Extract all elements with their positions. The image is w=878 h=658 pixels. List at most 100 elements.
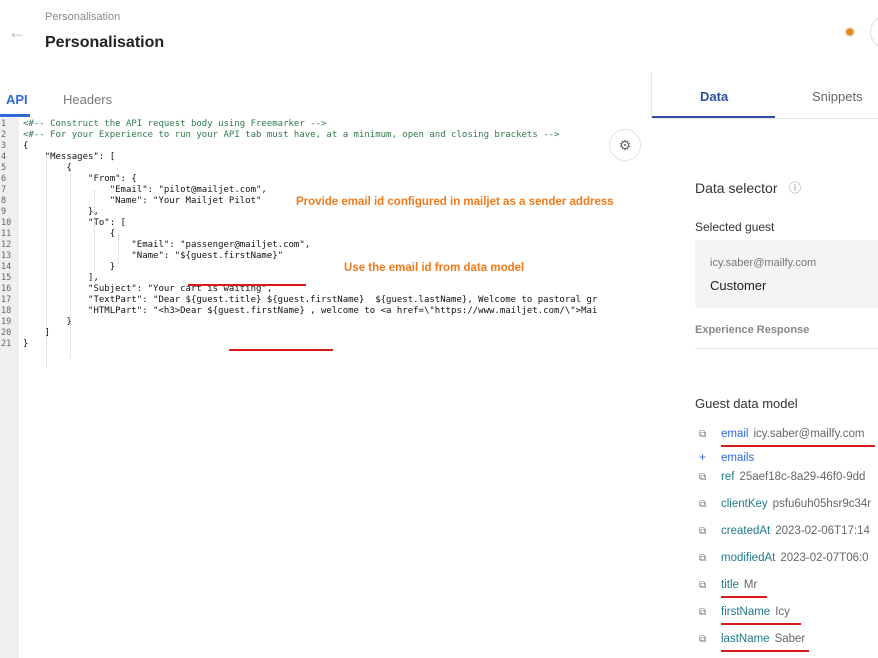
data-model-row-firstname[interactable]: ⧉ firstName Icy xyxy=(699,606,790,618)
line-number: 10 xyxy=(1,218,12,228)
code-line: } xyxy=(23,262,116,272)
data-selector-title: Data selector xyxy=(695,180,778,196)
line-number: 4 xyxy=(1,152,7,162)
code-line: ], xyxy=(23,273,99,283)
tab-api-indicator xyxy=(0,114,30,117)
field-value: psfu6uh05hsr9c34r xyxy=(772,498,872,510)
line-number: 21 xyxy=(1,339,12,349)
line-number-gutter: 1 2 3 4 5 6 7 8 9 10 11 12 13 14 15 16 1… xyxy=(0,118,19,658)
api-panel: API Headers 1 2 3 4 5 6 7 8 9 10 11 12 1… xyxy=(0,72,652,658)
code-line: ] xyxy=(23,328,51,338)
code-line: "Email": "pilot@mailjet.com", xyxy=(23,185,267,195)
field-key: createdAt xyxy=(721,525,771,537)
divider xyxy=(695,348,878,349)
red-underline xyxy=(721,445,875,447)
code-line: } xyxy=(23,339,29,349)
guest-data-model-title: Guest data model xyxy=(695,396,798,411)
data-model-row-modifiedat[interactable]: ⧉ modifiedAt 2023-02-07T06:0 xyxy=(699,552,869,564)
copy-icon[interactable]: ⧉ xyxy=(699,580,721,591)
data-model-row-lastname[interactable]: ⧉ lastName Saber xyxy=(699,633,805,645)
red-underline xyxy=(229,349,333,351)
field-value: Mr xyxy=(743,579,758,591)
field-key: emails xyxy=(721,452,755,464)
expand-plus-icon[interactable]: + xyxy=(699,450,721,464)
breadcrumb[interactable]: Personalisation xyxy=(45,11,120,23)
field-key: ref xyxy=(721,471,735,483)
line-number: 14 xyxy=(1,262,12,272)
data-model-row-title[interactable]: ⧉ title Mr xyxy=(699,579,757,591)
copy-icon[interactable]: ⧉ xyxy=(699,607,721,618)
api-tabs: API Headers xyxy=(0,72,652,118)
red-underline xyxy=(721,650,809,652)
line-number: 13 xyxy=(1,251,12,261)
code-line: "HTMLPart": "<h3>Dear ${guest.firstName}… xyxy=(23,306,598,316)
red-underline xyxy=(721,623,801,625)
line-number: 19 xyxy=(1,317,12,327)
code-line: "Name": "${guest.firstName}" xyxy=(23,251,284,261)
experience-response-label[interactable]: Experience Response xyxy=(695,324,809,336)
field-value: Saber xyxy=(774,633,806,645)
line-number: 9 xyxy=(1,207,7,217)
line-number: 1 xyxy=(1,119,7,129)
field-key: title xyxy=(721,579,739,591)
code-line: { xyxy=(23,141,29,151)
annotation-data-model: Use the email id from data model xyxy=(344,262,525,274)
data-model-row-clientkey[interactable]: ⧉ clientKey psfu6uh05hsr9c34r xyxy=(699,498,871,510)
data-model-row-email[interactable]: ⧉ email icy.saber@mailfy.com xyxy=(699,428,864,440)
code-line: "Messages": [ xyxy=(23,152,116,162)
data-model-row-createdat[interactable]: ⧉ createdAt 2023-02-06T17:14 xyxy=(699,525,870,537)
selected-guest-label: Selected guest xyxy=(695,220,775,234)
page-header: ← Personalisation Personalisation ✹ xyxy=(0,0,878,72)
red-underline xyxy=(721,596,767,598)
code-line: "Name": "Your Mailjet Pilot" xyxy=(23,196,262,206)
field-value: 2023-02-07T06:0 xyxy=(780,552,869,564)
data-model-row-ref[interactable]: ⧉ ref 25aef18c-8a29-46f0-9dd xyxy=(699,471,865,483)
line-number: 2 xyxy=(1,130,7,140)
line-number: 17 xyxy=(1,295,12,305)
tab-headers[interactable]: Headers xyxy=(63,92,112,107)
copy-icon[interactable]: ⧉ xyxy=(699,553,721,564)
copy-icon[interactable]: ⧉ xyxy=(699,634,721,645)
guest-email: icy.saber@mailfy.com xyxy=(710,257,817,269)
info-icon[interactable]: ⓘ xyxy=(789,179,801,196)
field-value: 25aef18c-8a29-46f0-9dd xyxy=(739,471,866,483)
field-key: firstName xyxy=(721,606,771,618)
copy-icon[interactable]: ⧉ xyxy=(699,429,721,440)
code-line: "From": { xyxy=(23,174,137,184)
code-line: { xyxy=(23,163,72,173)
code-line: "To": [ xyxy=(23,218,126,228)
line-number: 20 xyxy=(1,328,12,338)
field-value: Icy xyxy=(775,606,790,618)
selected-guest-card[interactable]: icy.saber@mailfy.com Customer xyxy=(695,240,878,308)
tab-data[interactable]: Data xyxy=(700,89,728,104)
header-action-button[interactable] xyxy=(870,15,878,49)
copy-icon[interactable]: ⧉ xyxy=(699,526,721,537)
field-value: 2023-02-06T17:14 xyxy=(775,525,870,537)
code-line: "TextPart": "Dear ${guest.title} ${guest… xyxy=(23,295,598,305)
data-panel: Data Snippets Data selector ⓘ Selected g… xyxy=(652,72,878,658)
tab-snippets[interactable]: Snippets xyxy=(812,89,863,104)
line-number: 7 xyxy=(1,185,7,195)
settings-gear-icon[interactable]: ✹ xyxy=(844,24,856,41)
data-model-row-emails[interactable]: + emails xyxy=(699,450,754,464)
line-number: 18 xyxy=(1,306,12,316)
field-key: modifiedAt xyxy=(721,552,776,564)
code-line: { xyxy=(23,229,116,239)
code-editor[interactable]: 1 2 3 4 5 6 7 8 9 10 11 12 13 14 15 16 1… xyxy=(0,118,652,658)
code-line: <#-- For your Experience to run your API… xyxy=(23,130,560,140)
code-line: <#-- Construct the API request body usin… xyxy=(23,119,327,129)
tab-api[interactable]: API xyxy=(6,92,28,107)
field-key: lastName xyxy=(721,633,770,645)
page-title: Personalisation xyxy=(45,34,165,51)
line-number: 15 xyxy=(1,273,12,283)
editor-settings-gear-icon[interactable]: ⚙ xyxy=(609,129,641,161)
annotation-sender-address: Provide email id configured in mailjet a… xyxy=(296,196,614,208)
field-key: email xyxy=(721,428,749,440)
tab-divider xyxy=(652,118,878,119)
back-arrow-icon[interactable]: ← xyxy=(8,22,26,43)
line-number: 6 xyxy=(1,174,7,184)
code-line: } xyxy=(23,317,72,327)
copy-icon[interactable]: ⧉ xyxy=(699,499,721,510)
copy-icon[interactable]: ⧉ xyxy=(699,472,721,483)
line-number: 11 xyxy=(1,229,12,239)
